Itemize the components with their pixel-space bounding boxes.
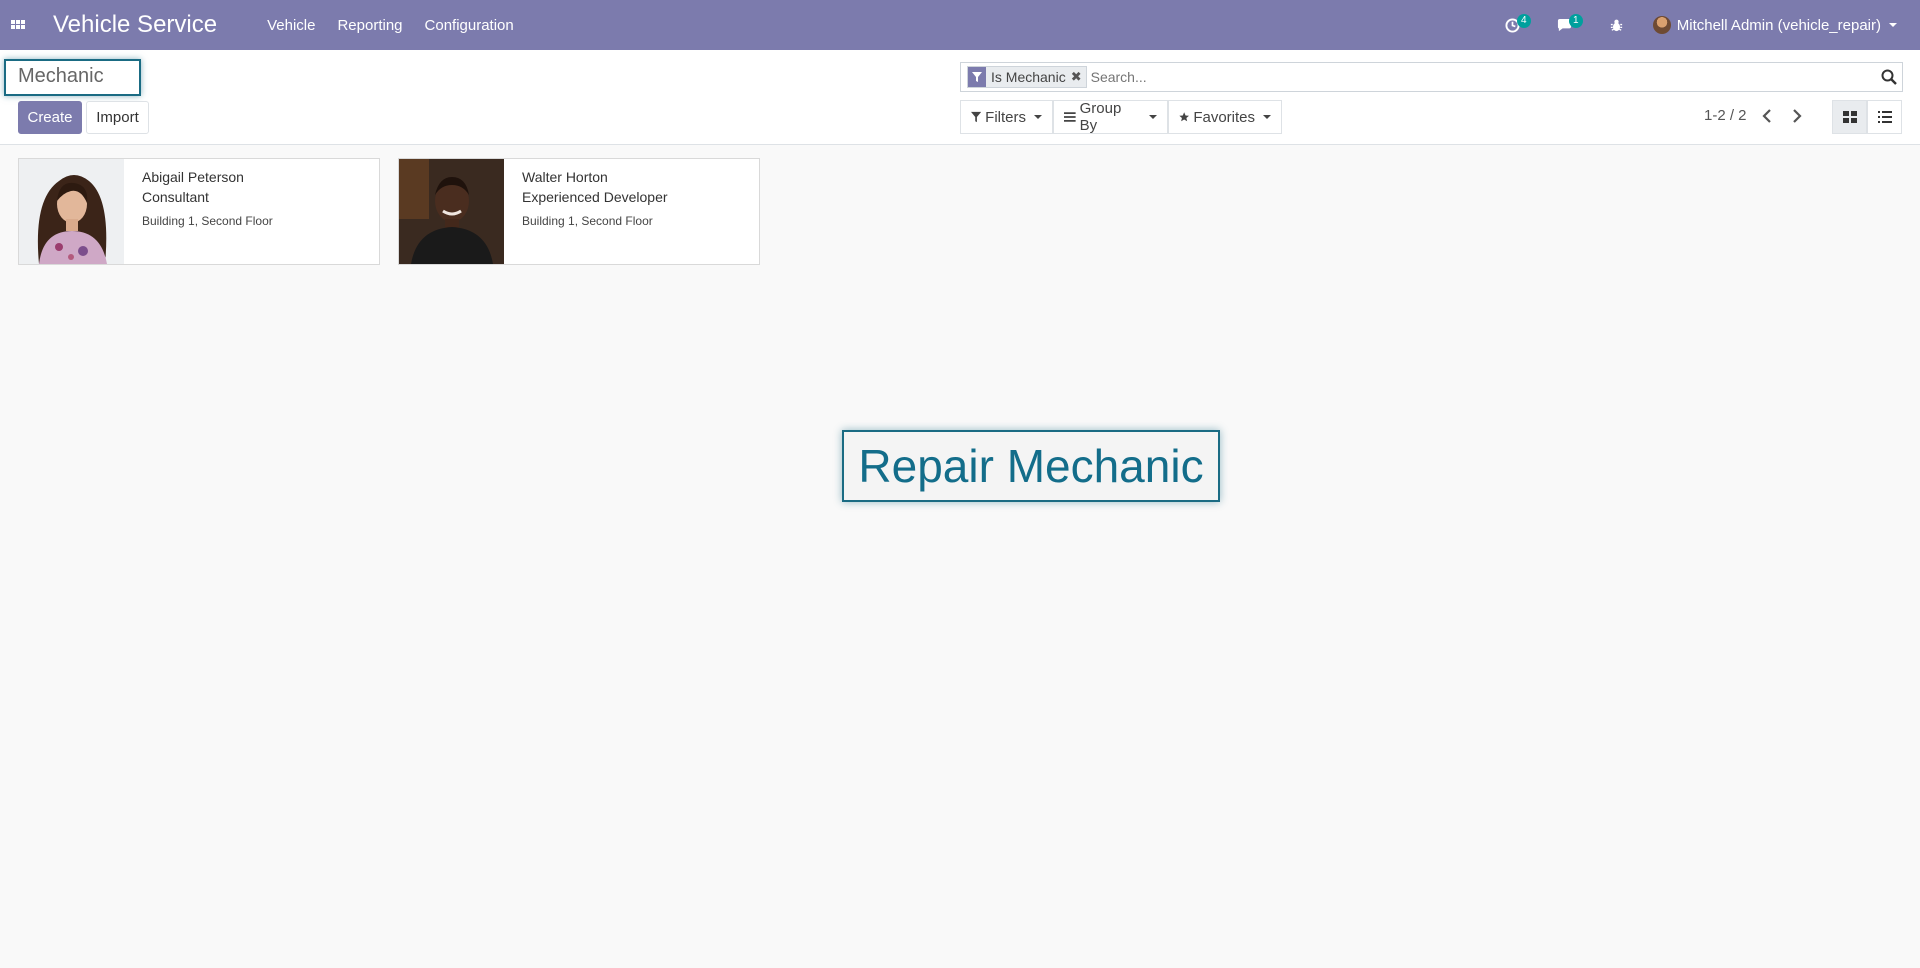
chevron-down-icon bbox=[1263, 115, 1271, 119]
chevron-down-icon bbox=[1034, 115, 1042, 119]
employee-job: Consultant bbox=[142, 187, 273, 207]
chevron-left-icon[interactable] bbox=[1754, 105, 1780, 127]
th-large-icon bbox=[1843, 110, 1857, 124]
menu-reporting[interactable]: Reporting bbox=[337, 17, 402, 34]
systray: 4 1 Mitchell Admin (vehicle_repair) bbox=[1487, 0, 1920, 50]
menu-configuration[interactable]: Configuration bbox=[425, 17, 514, 34]
kanban-card[interactable]: Walter Horton Experienced Developer Buil… bbox=[398, 158, 760, 265]
view-switcher bbox=[1832, 100, 1902, 134]
card-body: Walter Horton Experienced Developer Buil… bbox=[504, 159, 668, 264]
import-button[interactable]: Import bbox=[86, 101, 149, 134]
activity-badge: 4 bbox=[1517, 14, 1531, 28]
pager-value[interactable]: 1-2 / 2 bbox=[1704, 107, 1747, 124]
search-input[interactable] bbox=[1091, 69, 1876, 85]
groupby-label: Group By bbox=[1080, 100, 1141, 134]
chevron-right-icon[interactable] bbox=[1784, 105, 1810, 127]
employee-name: Abigail Peterson bbox=[142, 167, 273, 187]
groupby-dropdown[interactable]: Group By bbox=[1053, 100, 1168, 134]
search-icon[interactable] bbox=[1876, 63, 1902, 91]
chevron-down-icon bbox=[1889, 23, 1897, 27]
employee-photo bbox=[19, 159, 124, 264]
messages-badge: 1 bbox=[1569, 14, 1583, 28]
kanban-card[interactable]: Abigail Peterson Consultant Building 1, … bbox=[18, 158, 380, 265]
apps-menu-icon[interactable] bbox=[0, 0, 36, 50]
bars-icon bbox=[1064, 111, 1076, 123]
breadcrumb: Mechanic bbox=[4, 59, 141, 96]
top-navbar: Vehicle Service Vehicle Reporting Config… bbox=[0, 0, 1920, 50]
search-bar: Is Mechanic ✖ bbox=[960, 62, 1903, 92]
user-name: Mitchell Admin (vehicle_repair) bbox=[1677, 17, 1881, 34]
star-icon bbox=[1179, 111, 1189, 123]
search-facet: Is Mechanic ✖ bbox=[967, 66, 1087, 88]
activity-button[interactable]: 4 bbox=[1487, 0, 1539, 50]
messages-button[interactable]: 1 bbox=[1539, 0, 1591, 50]
avatar bbox=[1653, 16, 1671, 34]
favorites-dropdown[interactable]: Favorites bbox=[1168, 100, 1282, 134]
user-menu[interactable]: Mitchell Admin (vehicle_repair) bbox=[1653, 16, 1897, 34]
employee-job: Experienced Developer bbox=[522, 187, 668, 207]
employee-name: Walter Horton bbox=[522, 167, 668, 187]
employee-photo bbox=[399, 159, 504, 264]
filter-icon bbox=[971, 111, 981, 123]
chevron-down-icon bbox=[1149, 115, 1157, 119]
kanban-view-button[interactable] bbox=[1832, 100, 1867, 134]
filters-dropdown[interactable]: Filters bbox=[960, 100, 1053, 134]
employee-location: Building 1, Second Floor bbox=[142, 213, 273, 229]
control-panel: Mechanic Create Import Is Mechanic ✖ Fil… bbox=[0, 50, 1920, 145]
list-view-button[interactable] bbox=[1867, 100, 1902, 134]
favorites-label: Favorites bbox=[1193, 109, 1255, 126]
overlay-label: Repair Mechanic bbox=[842, 430, 1220, 502]
filters-label: Filters bbox=[985, 109, 1026, 126]
employee-location: Building 1, Second Floor bbox=[522, 213, 668, 229]
menu-vehicle[interactable]: Vehicle bbox=[267, 17, 315, 34]
create-button[interactable]: Create bbox=[18, 101, 82, 134]
facet-label: Is Mechanic bbox=[986, 69, 1071, 85]
list-icon bbox=[1878, 110, 1892, 124]
filter-icon bbox=[968, 67, 986, 87]
app-title: Vehicle Service bbox=[53, 11, 217, 39]
close-icon[interactable]: ✖ bbox=[1071, 69, 1086, 85]
debug-button[interactable] bbox=[1591, 0, 1643, 50]
card-body: Abigail Peterson Consultant Building 1, … bbox=[124, 159, 273, 264]
bug-icon bbox=[1609, 18, 1624, 33]
